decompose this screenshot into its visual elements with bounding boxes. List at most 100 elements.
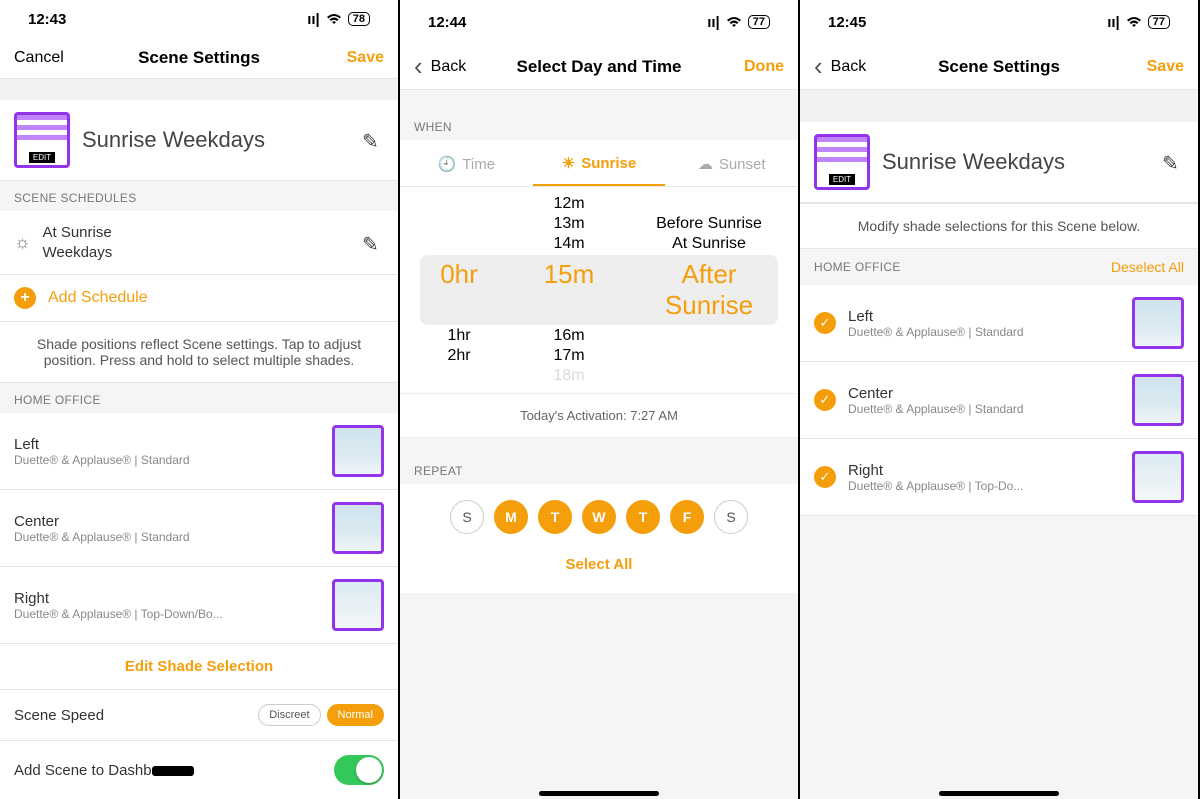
screen-scene-shade-selection: 12:45 ıı| 77 Back Scene Settings Save ED…	[800, 0, 1200, 799]
day-thu[interactable]: T	[626, 500, 660, 534]
scene-icon[interactable]: EDIT	[14, 112, 70, 168]
select-all-button[interactable]: Select All	[400, 544, 798, 593]
edit-shade-selection-button[interactable]: Edit Shade Selection	[0, 644, 398, 690]
save-button[interactable]: Save	[1147, 58, 1184, 76]
save-button[interactable]: Save	[347, 49, 384, 67]
shade-name: Center	[848, 385, 1120, 402]
deselect-all-button[interactable]: Deselect All	[1111, 259, 1184, 275]
navbar: Cancel Scene Settings Save	[0, 39, 398, 79]
battery-icon: 77	[748, 15, 770, 29]
chevron-left-icon	[414, 51, 427, 82]
tab-sunrise[interactable]: ☀Sunrise	[533, 140, 666, 186]
shade-name: Right	[848, 462, 1120, 479]
clock: 12:45	[828, 14, 866, 31]
shade-row[interactable]: Center Duette® & Applause® | Standard	[0, 490, 398, 567]
back-button[interactable]: Back	[814, 51, 866, 82]
section-header-when: WHEN	[400, 90, 798, 140]
done-button[interactable]: Done	[744, 58, 784, 76]
cellular-icon: ıı|	[307, 11, 320, 28]
navbar: Back Select Day and Time Done	[400, 44, 798, 90]
back-button[interactable]: Back	[414, 51, 466, 82]
shade-thumb[interactable]	[332, 579, 384, 631]
shade-name: Center	[14, 513, 320, 530]
add-schedule-label: Add Schedule	[48, 289, 148, 307]
shade-name: Left	[14, 436, 320, 453]
status-icons: ıı| 77	[707, 14, 770, 31]
screen-scene-settings: 12:43 ıı| 78 Cancel Scene Settings Save …	[0, 0, 400, 799]
when-tabs: 🕘Time ☀Sunrise ☁Sunset	[400, 140, 798, 187]
hint-text: Modify shade selections for this Scene b…	[800, 203, 1198, 249]
room-header: HOME OFFICE Deselect All	[800, 249, 1198, 285]
statusbar: 12:45 ıı| 77	[800, 0, 1198, 44]
cellular-icon: ıı|	[707, 14, 720, 31]
hint-text: Shade positions reflect Scene settings. …	[0, 322, 398, 383]
scene-speed-label: Scene Speed	[14, 707, 104, 724]
shade-name: Right	[14, 590, 320, 607]
status-icons: ıı| 77	[1107, 14, 1170, 31]
wifi-icon	[1126, 16, 1142, 28]
schedule-row[interactable]: ☼ At Sunrise Weekdays	[0, 211, 398, 275]
day-wed[interactable]: W	[582, 500, 616, 534]
check-icon: ✓	[814, 312, 836, 334]
add-schedule-row[interactable]: + Add Schedule	[0, 275, 398, 322]
home-indicator	[539, 791, 659, 796]
shade-row[interactable]: ✓ Center Duette® & Applause® | Standard	[800, 362, 1198, 439]
screen-select-day-time: 12:44 ıı| 77 Back Select Day and Time Do…	[400, 0, 800, 799]
shade-thumb[interactable]	[332, 502, 384, 554]
sunset-icon: ☁	[698, 155, 713, 173]
room-label: HOME OFFICE	[814, 260, 901, 274]
battery-icon: 77	[1148, 15, 1170, 29]
redacted	[152, 766, 194, 776]
tab-sunset[interactable]: ☁Sunset	[665, 140, 798, 186]
section-header-room: HOME OFFICE	[0, 383, 398, 413]
dashboard-toggle[interactable]	[334, 755, 384, 785]
pencil-icon[interactable]	[362, 129, 384, 151]
shade-thumb[interactable]	[1132, 451, 1184, 503]
battery-icon: 78	[348, 12, 370, 26]
shade-sub: Duette® & Applause® | Standard	[848, 402, 1120, 416]
day-tue[interactable]: T	[538, 500, 572, 534]
spacer	[800, 90, 1198, 122]
speed-discreet-button[interactable]: Discreet	[258, 704, 320, 726]
scene-icon[interactable]: EDIT	[814, 134, 870, 190]
nav-title: Scene Settings	[938, 57, 1060, 77]
shade-sub: Duette® & Applause® | Top-Do...	[848, 479, 1120, 493]
clock: 12:44	[428, 14, 466, 31]
shade-sub: Duette® & Applause® | Standard	[14, 530, 320, 544]
shade-thumb[interactable]	[1132, 374, 1184, 426]
pencil-icon[interactable]	[362, 232, 384, 254]
nav-title: Scene Settings	[138, 48, 260, 68]
sunrise-icon: ☀	[562, 154, 575, 172]
day-fri[interactable]: F	[670, 500, 704, 534]
dashboard-label-prefix: Add Scene to Dashb	[14, 762, 152, 779]
check-icon: ✓	[814, 466, 836, 488]
day-mon[interactable]: M	[494, 500, 528, 534]
shade-row[interactable]: ✓ Right Duette® & Applause® | Top-Do...	[800, 439, 1198, 516]
statusbar: 12:44 ıı| 77	[400, 0, 798, 44]
cancel-button[interactable]: Cancel	[14, 49, 64, 67]
section-header-schedules: SCENE SCHEDULES	[0, 181, 398, 211]
shade-thumb[interactable]	[1132, 297, 1184, 349]
scene-name: Sunrise Weekdays	[82, 127, 350, 153]
scene-header-row: EDIT Sunrise Weekdays	[0, 100, 398, 181]
add-to-dashboard-row: Add Scene to Dashb	[0, 741, 398, 799]
navbar: Back Scene Settings Save	[800, 44, 1198, 90]
shade-sub: Duette® & Applause® | Standard	[848, 325, 1120, 339]
day-sun[interactable]: S	[450, 500, 484, 534]
speed-normal-button[interactable]: Normal	[327, 704, 384, 726]
shade-row[interactable]: Right Duette® & Applause® | Top-Down/Bo.…	[0, 567, 398, 644]
scene-speed-row: Scene Speed Discreet Normal	[0, 690, 398, 741]
days-of-week: S M T W T F S	[400, 484, 798, 544]
shade-sub: Duette® & Applause® | Top-Down/Bo...	[14, 607, 320, 621]
time-offset-picker[interactable]: 12m 13mBefore Sunrise 14mAt Sunrise 0hr1…	[400, 187, 798, 394]
tab-time[interactable]: 🕘Time	[400, 140, 533, 186]
day-sat[interactable]: S	[714, 500, 748, 534]
shade-thumb[interactable]	[332, 425, 384, 477]
cellular-icon: ıı|	[1107, 14, 1120, 31]
pencil-icon[interactable]	[1162, 151, 1184, 173]
shade-row[interactable]: Left Duette® & Applause® | Standard	[0, 413, 398, 490]
schedule-text: At Sunrise Weekdays	[43, 223, 351, 262]
spacer	[0, 79, 398, 100]
shade-row[interactable]: ✓ Left Duette® & Applause® | Standard	[800, 285, 1198, 362]
sunrise-icon: ☼	[14, 232, 31, 253]
